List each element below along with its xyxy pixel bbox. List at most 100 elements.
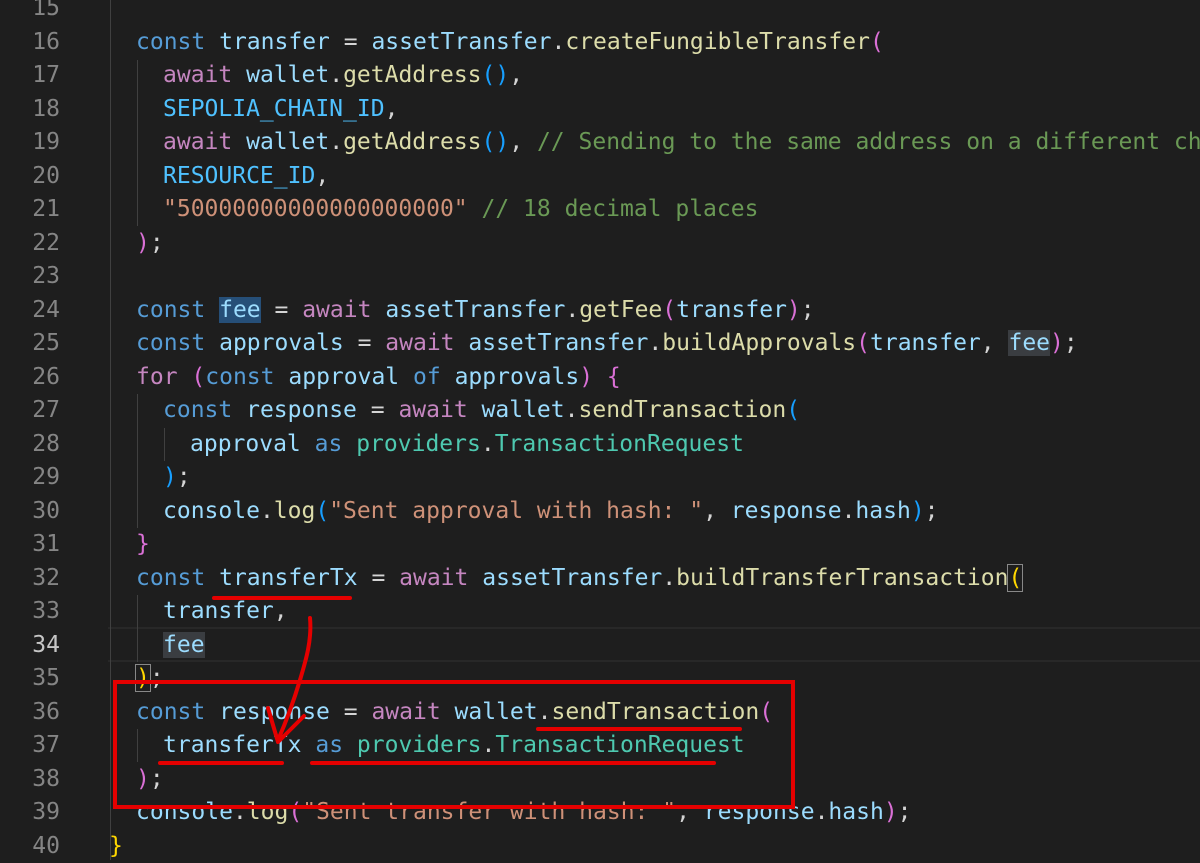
token-punct: .: [551, 28, 566, 55]
code-line-39[interactable]: console.log("Sent transfer with hash: ",…: [136, 796, 1200, 830]
token-constant: SEPOLIA_CHAIN_ID: [163, 95, 385, 122]
token-comment: // 18 decimal places: [481, 196, 759, 222]
token-variable: response: [246, 397, 357, 423]
token-constant: RESOURCE_ID: [163, 162, 316, 189]
token-punct: .: [814, 799, 829, 825]
code-line-25[interactable]: const approvals = await assetTransfer.bu…: [136, 327, 1200, 361]
token-keyword: await: [302, 296, 372, 323]
token-type: TransactionRequest: [495, 732, 745, 758]
line-number: 15: [32, 0, 60, 21]
token-variable: transfer: [219, 28, 330, 55]
token-variable: approval: [190, 430, 301, 457]
code-line-35[interactable]: );: [135, 662, 1200, 696]
token-variable: approvals: [454, 363, 580, 390]
token-variable: assetTransfer: [385, 296, 566, 323]
code-line-24[interactable]: const fee = await assetTransfer.getFee(t…: [136, 294, 1200, 328]
line-number: 27: [32, 397, 60, 423]
token-keyword: await: [163, 62, 233, 88]
token-punct: ;: [897, 799, 912, 825]
code-line-34[interactable]: fee: [163, 629, 1200, 663]
token-operator: =: [329, 698, 372, 725]
code-line-31[interactable]: }: [136, 528, 1200, 562]
code-line-19[interactable]: await wallet.getAddress(), // Sending to…: [163, 126, 1200, 160]
line-number: 28: [32, 430, 60, 457]
line-number: 16: [32, 28, 60, 55]
code-line-29[interactable]: );: [163, 461, 1200, 495]
token-punct: .: [481, 732, 496, 758]
token-function: buildTransferTransaction: [676, 564, 1009, 591]
token-punct: .: [564, 397, 579, 423]
token-punct: ,: [384, 95, 399, 122]
token-string: "50000000000000000000": [163, 196, 468, 222]
token-string: "Sent approval with hash: ": [329, 497, 704, 524]
token-function: sendTransaction: [578, 397, 787, 423]
code-line-28[interactable]: approval as providers.TransactionRequest: [190, 428, 1200, 462]
line-number: 32: [32, 564, 60, 591]
code-line-16[interactable]: const transfer = assetTransfer.createFun…: [136, 26, 1200, 60]
token-bracket: (: [288, 799, 303, 825]
token-punct: .: [565, 296, 580, 323]
code-editor[interactable]: 15 16 17 18 19 20 21 22 23 24 25 26 27 2…: [0, 0, 1200, 863]
token-punct: ,: [703, 497, 731, 524]
line-number: 38: [32, 765, 60, 792]
token-variable: response: [219, 698, 330, 725]
line-number: 26: [32, 363, 60, 390]
token-keyword: const: [136, 330, 206, 356]
token-variable: wallet: [246, 129, 330, 155]
token-punct: ;: [800, 296, 815, 323]
token-variable: wallet: [246, 62, 330, 88]
code-line-33[interactable]: transfer,: [163, 595, 1200, 629]
token-variable: transfer: [870, 330, 981, 356]
indent-guide: [164, 428, 165, 461]
token-punct: .: [648, 330, 663, 356]
token-keyword: const: [205, 363, 275, 390]
code-line-18[interactable]: SEPOLIA_CHAIN_ID,: [163, 93, 1200, 127]
line-number: 19: [32, 129, 60, 155]
line-number: 24: [32, 296, 60, 323]
token-function: log: [246, 799, 289, 825]
token-variable: transfer: [676, 296, 787, 323]
line-number: 25: [32, 330, 60, 356]
line-number: 39: [32, 799, 60, 825]
code-line-26[interactable]: for (const approval of approvals) {: [136, 361, 1200, 395]
token-variable: approval: [288, 363, 400, 390]
token-bracket: (: [786, 397, 801, 423]
token-function: getAddress: [343, 129, 482, 155]
token-punct: ,: [509, 129, 537, 155]
token-variable: transfer: [163, 598, 274, 624]
token-bracket: ): [136, 765, 150, 792]
code-line-40[interactable]: }: [109, 830, 1200, 863]
code-line-38[interactable]: );: [136, 763, 1200, 797]
code-line-17[interactable]: await wallet.getAddress(),: [163, 59, 1200, 93]
line-number-gutter: 15 16 17 18 19 20 21 22 23 24 25 26 27 2…: [0, 0, 72, 863]
code-line-32[interactable]: const transferTx = await assetTransfer.b…: [136, 562, 1200, 596]
token-variable: transferTx: [219, 564, 358, 591]
token-function: getFee: [579, 296, 663, 323]
token-punct: .: [841, 497, 856, 524]
code-line-20[interactable]: RESOURCE_ID,: [163, 160, 1200, 194]
code-line-27[interactable]: const response = await wallet.sendTransa…: [163, 394, 1200, 428]
code-line-30[interactable]: console.log("Sent approval with hash: ",…: [163, 495, 1200, 529]
token-bracket: (): [481, 129, 510, 155]
code-line-21[interactable]: "50000000000000000000" // 18 decimal pla…: [163, 193, 1200, 227]
code-line-36[interactable]: const response = await wallet.sendTransa…: [136, 696, 1200, 730]
line-number: 17: [32, 62, 60, 88]
line-number: 18: [32, 95, 60, 122]
token-punct: .: [329, 62, 344, 88]
token-variable: assetTransfer: [371, 28, 552, 55]
code-line-37[interactable]: transferTx as providers.TransactionReque…: [163, 729, 1200, 763]
token-punct: ,: [273, 598, 288, 624]
token-operator: =: [260, 296, 303, 323]
code-line-22[interactable]: );: [136, 227, 1200, 261]
